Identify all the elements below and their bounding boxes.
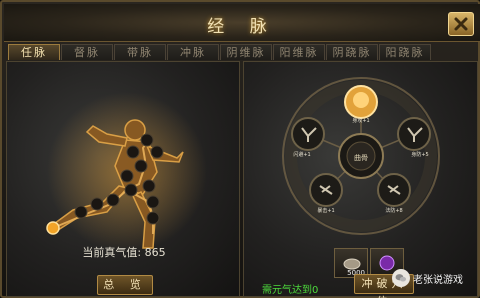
center-acupoint-label: 曲骨 bbox=[354, 153, 368, 162]
acupoint-wheel-panel: 曲骨 身攻+1 闪避+1 身防+5 暴击+1 法防+8 5000 1 需元气达到… bbox=[243, 61, 478, 298]
requirement-hint: 需元气达到0 bbox=[262, 285, 319, 296]
active-acupoint[interactable] bbox=[46, 221, 60, 235]
tab-yinqiaomai[interactable]: 阴跷脉 bbox=[326, 44, 378, 60]
watermark-text: 老张说游戏 bbox=[413, 274, 463, 286]
tab-chongmai[interactable]: 冲脉 bbox=[167, 44, 219, 60]
tab-yinweimai[interactable]: 阴维脉 bbox=[220, 44, 272, 60]
skill-label-left: 闪避+1 bbox=[293, 151, 310, 158]
tab-yangqiaomai[interactable]: 阳跷脉 bbox=[379, 44, 431, 60]
close-button[interactable] bbox=[448, 12, 474, 36]
meridian-figure-panel: 当前真气值: 865 总 览 bbox=[6, 61, 240, 297]
watermark: 老张说游戏 bbox=[392, 269, 463, 287]
skill-label-bottom-left: 暴击+1 bbox=[317, 207, 334, 214]
overview-button[interactable]: 总 览 bbox=[97, 275, 153, 295]
title-bar: 经 脉 bbox=[4, 4, 480, 42]
meridian-tabs: 任脉 督脉 带脉 冲脉 阴维脉 阳维脉 阴跷脉 阳跷脉 bbox=[8, 44, 476, 60]
window-title: 经 脉 bbox=[207, 17, 277, 37]
tab-renmai[interactable]: 任脉 bbox=[8, 44, 60, 60]
tab-daimai[interactable]: 带脉 bbox=[114, 44, 166, 60]
skill-label-top: 身攻+1 bbox=[352, 117, 369, 124]
skill-label-bottom-right: 法防+8 bbox=[385, 207, 402, 214]
wechat-icon bbox=[392, 269, 410, 287]
meridian-window: 经 脉 任脉 督脉 带脉 冲脉 阴维脉 阳维脉 阴跷脉 阳跷脉 当前真气值: 8… bbox=[0, 0, 480, 298]
tab-yangweimai[interactable]: 阳维脉 bbox=[273, 44, 325, 60]
skill-label-right: 身防+5 bbox=[411, 151, 428, 158]
close-icon bbox=[454, 17, 468, 31]
tab-dumai[interactable]: 督脉 bbox=[61, 44, 113, 60]
current-qi-value: 当前真气值: 865 bbox=[82, 246, 166, 259]
martial-artist-figure bbox=[46, 92, 207, 252]
